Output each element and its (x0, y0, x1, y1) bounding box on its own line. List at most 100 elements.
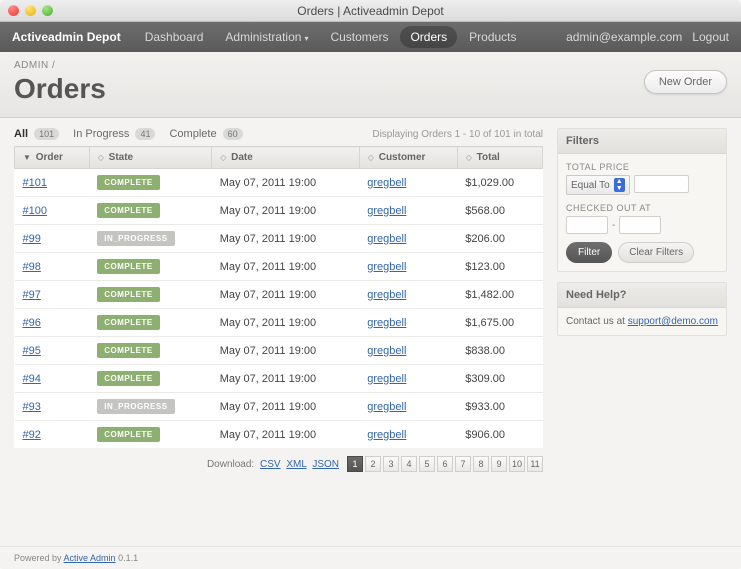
pagination: 1234567891011 (347, 456, 543, 472)
nav-customers[interactable]: Customers (320, 26, 398, 48)
page-2[interactable]: 2 (365, 456, 381, 472)
customer-link[interactable]: gregbell (367, 429, 406, 441)
current-user-email: admin@example.com (566, 30, 682, 44)
download-xml[interactable]: XML (286, 459, 306, 470)
customer-link[interactable]: gregbell (367, 373, 406, 385)
customer-link[interactable]: gregbell (367, 345, 406, 357)
status-badge: COMPLETE (97, 371, 159, 386)
nav-products[interactable]: Products (459, 26, 526, 48)
status-badge: COMPLETE (97, 427, 159, 442)
status-badge: COMPLETE (97, 203, 159, 218)
select-arrows-icon: ▲▼ (614, 178, 625, 192)
checked-out-from-input[interactable] (566, 216, 608, 234)
table-row: #97COMPLETEMay 07, 2011 19:00gregbell$1,… (15, 281, 543, 309)
col-total[interactable]: ◇ Total (457, 147, 542, 169)
page-3[interactable]: 3 (383, 456, 399, 472)
col-date[interactable]: ◇ Date (212, 147, 360, 169)
page-header: ADMIN / Orders New Order (0, 52, 741, 118)
checked-out-label: CHECKED OUT AT (566, 203, 718, 213)
scope-all[interactable]: All 101 (14, 128, 59, 140)
customer-link[interactable]: gregbell (367, 261, 406, 273)
filters-heading: Filters (558, 129, 726, 154)
price-operator-select[interactable]: Equal To ▲▼ (566, 175, 630, 195)
top-navigation: Activeadmin Depot DashboardAdministratio… (0, 22, 741, 52)
status-badge: COMPLETE (97, 315, 159, 330)
order-link[interactable]: #98 (23, 261, 41, 273)
page-title: Orders (14, 73, 727, 105)
order-link[interactable]: #96 (23, 317, 41, 329)
col-order[interactable]: ▼ Order (15, 147, 90, 169)
nav-administration[interactable]: Administration▾ (215, 26, 318, 48)
status-badge: COMPLETE (97, 175, 159, 190)
page-6[interactable]: 6 (437, 456, 453, 472)
minimize-window-button[interactable] (25, 5, 36, 16)
help-heading: Need Help? (558, 283, 726, 308)
macos-titlebar: Orders | Activeadmin Depot (0, 0, 741, 22)
scope-complete[interactable]: Complete 60 (169, 128, 242, 140)
order-link[interactable]: #95 (23, 345, 41, 357)
page-9[interactable]: 9 (491, 456, 507, 472)
active-admin-link[interactable]: Active Admin (64, 553, 116, 563)
order-link[interactable]: #93 (23, 401, 41, 413)
col-state[interactable]: ◇ State (89, 147, 211, 169)
table-row: #95COMPLETEMay 07, 2011 19:00gregbell$83… (15, 337, 543, 365)
customer-link[interactable]: gregbell (367, 317, 406, 329)
col-customer[interactable]: ◇ Customer (359, 147, 457, 169)
customer-link[interactable]: gregbell (367, 233, 406, 245)
status-badge: COMPLETE (97, 343, 159, 358)
sort-icon: ◇ (466, 153, 472, 162)
total-price-label: TOTAL PRICE (566, 162, 718, 172)
support-email-link[interactable]: support@demo.com (628, 316, 718, 327)
order-link[interactable]: #92 (23, 429, 41, 441)
customer-link[interactable]: gregbell (367, 289, 406, 301)
price-value-input[interactable] (634, 175, 689, 193)
download-links: Download: CSV XML JSON (207, 459, 339, 470)
scope-in-progress[interactable]: In Progress 41 (73, 128, 155, 140)
close-window-button[interactable] (8, 5, 19, 16)
page-5[interactable]: 5 (419, 456, 435, 472)
nav-dashboard[interactable]: Dashboard (135, 26, 214, 48)
filter-button[interactable]: Filter (566, 242, 612, 263)
customer-link[interactable]: gregbell (367, 401, 406, 413)
footer: Powered by Active Admin 0.1.1 (0, 546, 741, 569)
app-brand: Activeadmin Depot (12, 30, 121, 44)
window-title: Orders | Activeadmin Depot (0, 4, 741, 18)
table-row: #93IN_PROGRESSMay 07, 2011 19:00gregbell… (15, 393, 543, 421)
page-4[interactable]: 4 (401, 456, 417, 472)
page-7[interactable]: 7 (455, 456, 471, 472)
page-8[interactable]: 8 (473, 456, 489, 472)
download-csv[interactable]: CSV (260, 459, 281, 470)
customer-link[interactable]: gregbell (367, 177, 406, 189)
table-row: #98COMPLETEMay 07, 2011 19:00gregbell$12… (15, 253, 543, 281)
table-row: #96COMPLETEMay 07, 2011 19:00gregbell$1,… (15, 309, 543, 337)
download-json[interactable]: JSON (312, 459, 339, 470)
sort-icon: ▼ (23, 153, 31, 162)
sort-icon: ◇ (220, 153, 226, 162)
order-link[interactable]: #99 (23, 233, 41, 245)
page-11[interactable]: 11 (527, 456, 543, 472)
table-row: #101COMPLETEMay 07, 2011 19:00gregbell$1… (15, 169, 543, 197)
order-link[interactable]: #101 (23, 177, 47, 189)
checked-out-to-input[interactable] (619, 216, 661, 234)
nav-orders[interactable]: Orders (400, 26, 457, 48)
order-link[interactable]: #94 (23, 373, 41, 385)
order-link[interactable]: #100 (23, 205, 47, 217)
table-row: #100COMPLETEMay 07, 2011 19:00gregbell$5… (15, 197, 543, 225)
new-order-button[interactable]: New Order (644, 70, 727, 94)
status-badge: IN_PROGRESS (97, 231, 174, 246)
sort-icon: ◇ (368, 153, 374, 162)
page-10[interactable]: 10 (509, 456, 525, 472)
orders-table: ▼ Order◇ State◇ Date◇ Customer◇ Total #1… (14, 146, 543, 448)
order-link[interactable]: #97 (23, 289, 41, 301)
breadcrumb: ADMIN / (14, 60, 727, 71)
status-badge: COMPLETE (97, 259, 159, 274)
table-row: #99IN_PROGRESSMay 07, 2011 19:00gregbell… (15, 225, 543, 253)
clear-filters-button[interactable]: Clear Filters (618, 242, 694, 263)
dropdown-caret-icon: ▾ (304, 34, 308, 43)
scope-tabs: All 101In Progress 41Complete 60 Display… (14, 128, 543, 140)
table-row: #92COMPLETEMay 07, 2011 19:00gregbell$90… (15, 421, 543, 449)
page-1[interactable]: 1 (347, 456, 363, 472)
logout-link[interactable]: Logout (692, 30, 729, 44)
zoom-window-button[interactable] (42, 5, 53, 16)
customer-link[interactable]: gregbell (367, 205, 406, 217)
